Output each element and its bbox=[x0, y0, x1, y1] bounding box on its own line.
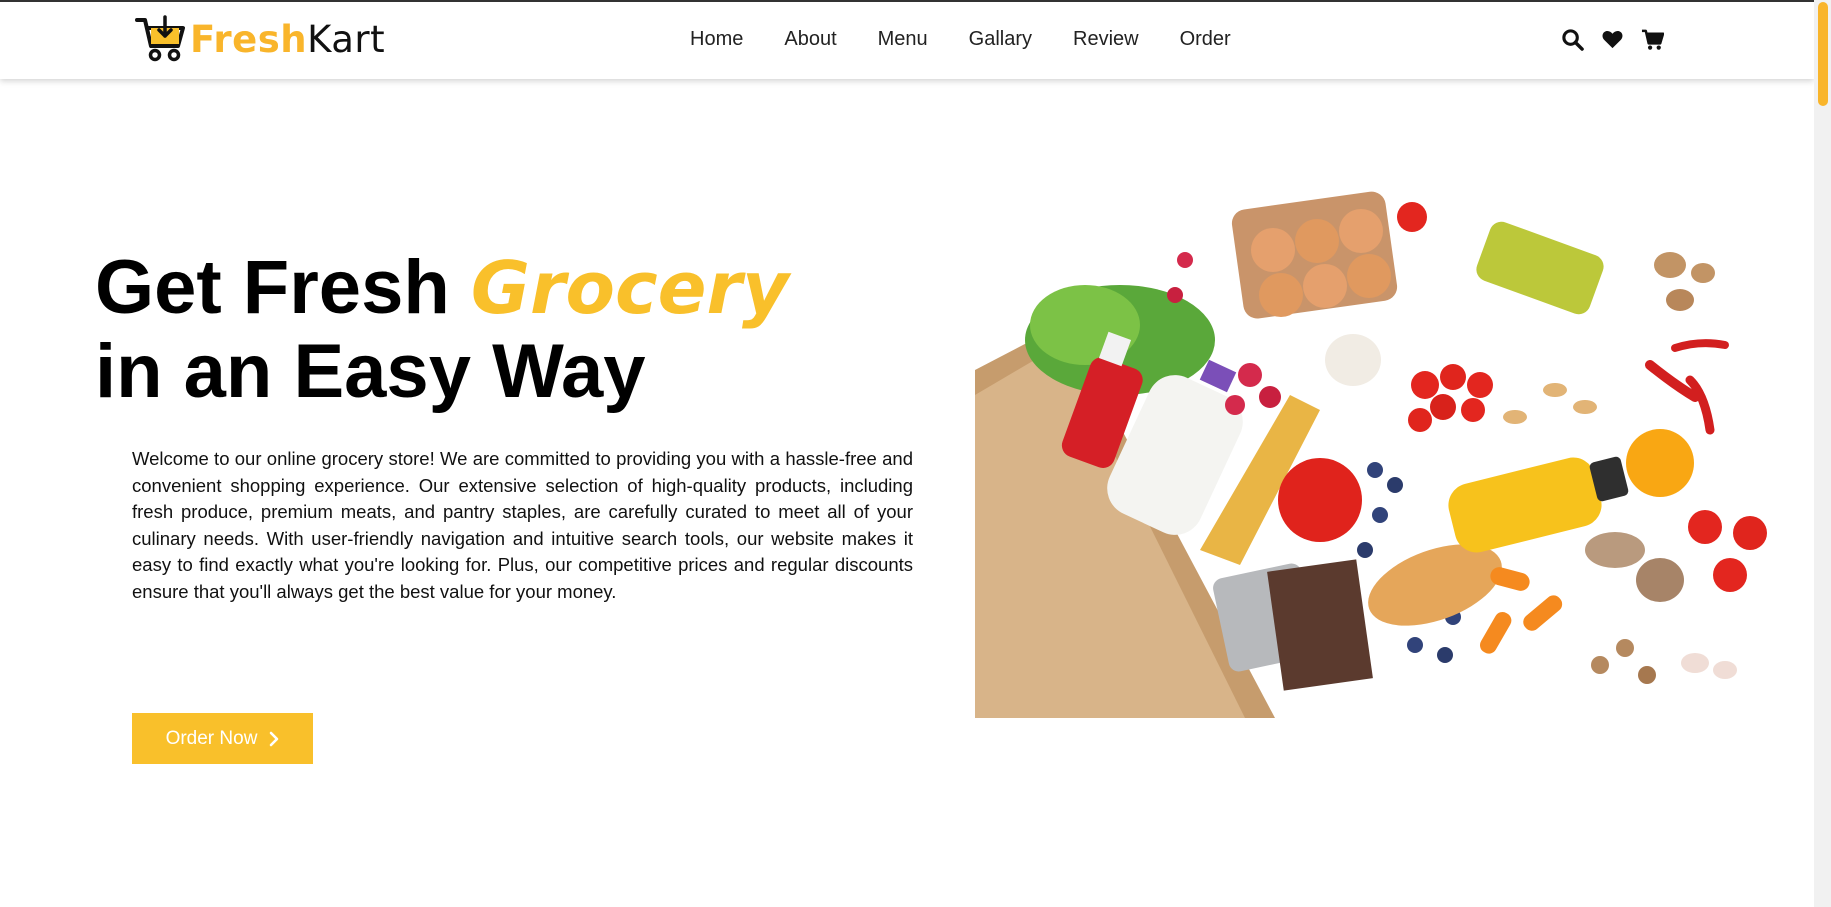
search-icon[interactable] bbox=[1561, 28, 1584, 51]
scrollbar-thumb[interactable] bbox=[1818, 2, 1828, 106]
hero-title-accent: Grocery bbox=[470, 246, 789, 330]
cart-icon[interactable] bbox=[1641, 28, 1664, 51]
nav-link-order[interactable]: Order bbox=[1180, 28, 1231, 51]
hero-title: Get Fresh Grocery in an Easy Way bbox=[95, 246, 789, 414]
shopping-cart-logo-icon bbox=[135, 15, 185, 62]
nav-link-about[interactable]: About bbox=[784, 28, 836, 51]
grocery-bag-hero-image bbox=[975, 165, 1795, 718]
brand-name-kart: Kart bbox=[307, 17, 386, 61]
nav-link-home[interactable]: Home bbox=[690, 28, 743, 51]
nav-link-gallery[interactable]: Gallary bbox=[969, 28, 1032, 51]
brand-name-fresh: Fresh bbox=[190, 17, 308, 61]
order-now-button[interactable]: Order Now bbox=[132, 713, 313, 764]
heart-icon[interactable] bbox=[1601, 28, 1624, 51]
hero-description: Welcome to our online grocery store! We … bbox=[132, 448, 913, 602]
hero-title-line2: in an Easy Way bbox=[95, 329, 646, 414]
chevron-right-icon bbox=[270, 731, 279, 746]
hero-title-part1: Get Fresh bbox=[95, 245, 471, 330]
brand-logo[interactable]: FreshKart bbox=[134, 14, 385, 64]
nav-link-review[interactable]: Review bbox=[1073, 28, 1139, 51]
top-navbar: FreshKart Home About Menu Gallary Review… bbox=[0, 0, 1814, 79]
nav-link-menu[interactable]: Menu bbox=[878, 28, 928, 51]
order-now-label: Order Now bbox=[165, 727, 258, 749]
page-scrollbar[interactable] bbox=[1814, 0, 1831, 907]
nav-icon-group bbox=[1561, 28, 1664, 51]
main-nav: Home About Menu Gallary Review Order bbox=[690, 28, 1231, 51]
brand-name: FreshKart bbox=[190, 18, 385, 61]
